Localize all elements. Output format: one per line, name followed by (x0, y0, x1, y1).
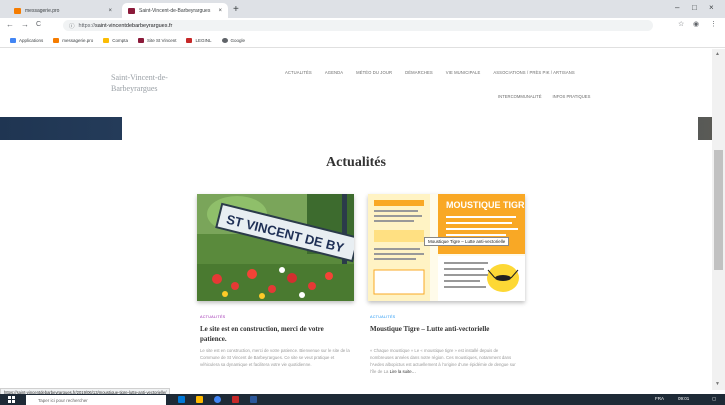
scrollbar-thumb[interactable] (714, 150, 723, 270)
post-image-tooltip: Moustique Tigre – Lutte anti-vectorielle (424, 237, 510, 246)
address-protocol: https:// (78, 22, 96, 29)
bookmark-favicon-icon (138, 38, 145, 43)
bookmark-favicon-icon (103, 38, 110, 43)
nav-item-vie-municipale[interactable]: VIE MUNICIPALE (446, 70, 481, 75)
bookmark-label: Compta (112, 38, 129, 43)
bookmark-messagerie[interactable]: messagerie.pro (53, 38, 93, 43)
word-icon[interactable] (250, 396, 257, 403)
tab-favicon-icon (14, 7, 21, 14)
site-name-line-2: Barbeyrargues (111, 84, 158, 93)
window-close-button[interactable]: × (709, 3, 714, 12)
task-view-icon[interactable] (178, 396, 185, 403)
address-bar[interactable]: ⓘ https:// saint-vincentdebarbeyrargues.… (63, 20, 653, 31)
taskbar-app-icon[interactable] (232, 396, 239, 403)
reload-button[interactable]: C (36, 21, 41, 28)
tab-label: Saint-Vincent-de-Barbeyrargues (139, 7, 211, 14)
taskbar-search-input[interactable]: Taper ici pour rechercher (26, 395, 166, 405)
site-name-line-1: Saint-Vincent-de- (111, 73, 168, 82)
site-header (0, 49, 712, 117)
apps-grid-icon (10, 38, 16, 43)
windows-start-icon[interactable] (8, 396, 15, 403)
tab-close-icon[interactable]: × (108, 8, 112, 14)
tab-favicon-icon (128, 7, 135, 14)
back-button[interactable]: ← (6, 20, 14, 29)
new-tab-button[interactable]: + (233, 4, 239, 15)
bookmark-star-icon[interactable]: ☆ (678, 20, 684, 28)
tab-close-icon[interactable]: × (218, 8, 222, 14)
nav-item-associations[interactable]: ASSOCIATIONS / PRÈS PIK / ARTISANS (493, 70, 574, 75)
bookmark-label: Site St Vincent (147, 38, 177, 43)
site-info-icon[interactable]: ⓘ (69, 22, 75, 30)
bookmark-leginl[interactable]: LEGINL (186, 38, 212, 43)
main-nav-row-2: INTERCOMMUNALITÉ INFOS PRATIQUES (498, 94, 590, 99)
browser-menu-icon[interactable]: ⋮ (710, 20, 717, 28)
content-area (0, 140, 712, 390)
file-explorer-icon[interactable] (196, 396, 203, 403)
nav-item-demarches[interactable]: DÉMARCHES (405, 70, 433, 75)
bookmark-favicon-icon (53, 38, 60, 43)
site-logo-text[interactable]: Saint-Vincent-de- Barbeyrargues (111, 72, 191, 94)
post-category[interactable]: ACTUALITÉS (370, 315, 395, 319)
post-excerpt: « Chaque moustique » Le « moustique tigr… (370, 347, 522, 375)
bookmark-label: Google (230, 38, 246, 43)
scroll-up-arrow-icon[interactable]: ▲ (715, 51, 720, 57)
forward-button[interactable]: → (21, 20, 29, 29)
nav-item-agenda[interactable]: AGENDA (325, 70, 343, 75)
bookmark-favicon-icon (186, 38, 193, 43)
chrome-icon[interactable] (214, 396, 221, 403)
post-excerpt: Le site est en construction, merci de vo… (200, 348, 350, 367)
post-category[interactable]: ACTUALITÉS (200, 315, 225, 319)
bookmark-label: LEGINL (195, 38, 212, 43)
leaflet-header-text: MOUSTIQUE TIGRE (446, 200, 525, 210)
google-icon (221, 38, 228, 43)
address-host: saint-vincentdebarbeyrargues.fr (95, 22, 173, 29)
tray-clock[interactable]: 09:01 (678, 396, 689, 401)
browser-tab-saint-vincent[interactable]: Saint-Vincent-de-Barbeyrargues × (122, 3, 228, 18)
window-maximize-button[interactable]: □ (692, 3, 697, 12)
bookmark-label: messagerie.pro (62, 38, 94, 43)
bookmark-google[interactable]: Google (221, 38, 246, 43)
post-image-village-sign[interactable]: ST VINCENT DE BY (197, 194, 354, 301)
bookmark-compta[interactable]: Compta (103, 38, 128, 43)
browser-tab-messagerie[interactable]: messagerie.pro × (8, 3, 118, 18)
nav-item-infos-pratiques[interactable]: INFOS PRATIQUES (553, 94, 591, 99)
nav-item-meteo[interactable]: MÉTÉO DU JOUR (356, 70, 392, 75)
post-image-mosquito-leaflet[interactable]: MOUSTIQUE TIGRE (368, 194, 525, 301)
tray-language[interactable]: FRA (655, 396, 664, 401)
window-minimize-button[interactable]: – (675, 3, 679, 12)
post-title[interactable]: Le site est en construction, merci de vo… (200, 325, 350, 344)
bookmark-applications[interactable]: Applications (10, 38, 43, 43)
section-heading: Actualités (326, 155, 386, 170)
main-nav-row-1: ACTUALITÉS AGENDA MÉTÉO DU JOUR DÉMARCHE… (285, 70, 575, 75)
bookmarks-bar: Applications messagerie.pro Compta Site … (0, 34, 725, 48)
scroll-down-arrow-icon[interactable]: ▼ (715, 381, 720, 387)
nav-item-actualites[interactable]: ACTUALITÉS (285, 70, 312, 75)
notification-icon[interactable]: ▢ (712, 396, 716, 402)
bookmark-site-st-vincent[interactable]: Site St Vincent (138, 38, 176, 43)
nav-item-intercommunalite[interactable]: INTERCOMMUNALITÉ (498, 94, 542, 99)
post-title[interactable]: Moustique Tigre – Lutte anti-vectorielle (370, 325, 520, 335)
tab-label: messagerie.pro (25, 7, 60, 14)
account-icon[interactable]: ◉ (693, 20, 699, 28)
read-more-link[interactable]: Lire la suite… (390, 369, 416, 374)
content-top-panel (122, 117, 698, 140)
bookmark-label: Applications (19, 38, 44, 43)
